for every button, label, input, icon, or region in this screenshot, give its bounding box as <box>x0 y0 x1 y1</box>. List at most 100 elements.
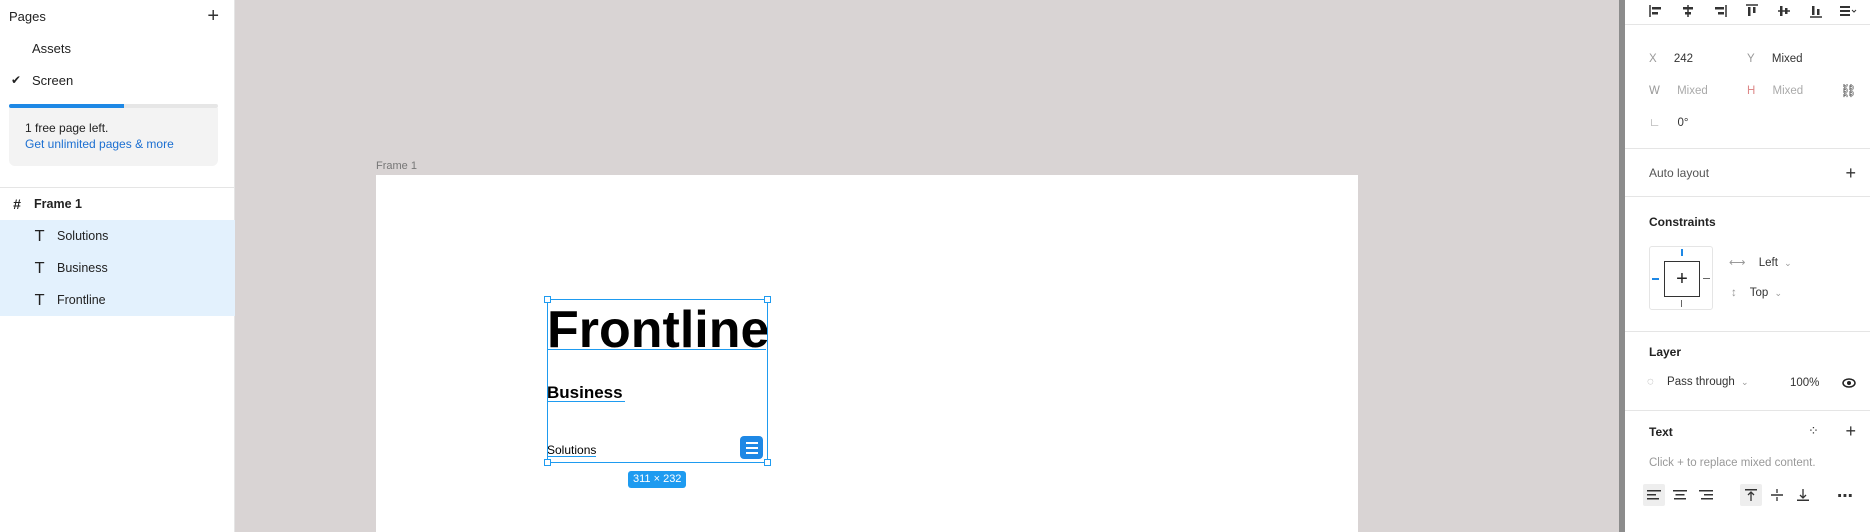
section-divider <box>1625 196 1870 197</box>
layer-item-solutions[interactable]: T Solutions <box>0 220 235 252</box>
section-divider <box>1625 410 1870 411</box>
add-text-style-plus-icon[interactable]: + <box>1845 422 1856 440</box>
layer-item-frame-1[interactable]: # Frame 1 <box>0 188 235 220</box>
layer-label: Solutions <box>57 229 109 243</box>
selection-size-badge: 311 × 232 <box>628 471 687 488</box>
layer-item-business[interactable]: T Business <box>0 252 235 284</box>
y-field[interactable]: Y Mixed <box>1747 53 1803 65</box>
resize-handle-top-right[interactable] <box>764 296 771 303</box>
horizontal-constraint-value: Left <box>1758 257 1778 269</box>
section-divider <box>1625 148 1870 149</box>
y-value: Mixed <box>1771 53 1803 65</box>
auto-layout-title: Auto layout <box>1649 166 1710 180</box>
section-divider <box>1625 24 1870 25</box>
menu-bar <box>745 441 758 444</box>
more-options-icon[interactable]: ⋯ <box>1837 486 1854 506</box>
w-label: W <box>1649 85 1660 97</box>
w-field[interactable]: W Mixed <box>1649 85 1708 97</box>
constrain-proportions-icon[interactable]: ⛓ <box>1840 83 1857 99</box>
text-layer-icon: T <box>35 227 45 245</box>
blend-mode-value: Pass through <box>1667 376 1735 388</box>
align-left-icon[interactable] <box>1647 2 1665 20</box>
rotation-field[interactable]: ∟ 0° <box>1649 117 1688 129</box>
menu-icon-button[interactable] <box>740 436 763 459</box>
angle-icon: ∟ <box>1649 117 1661 129</box>
check-icon: ✔ <box>10 73 22 87</box>
h-field[interactable]: H Mixed <box>1747 85 1803 97</box>
upsell-link[interactable]: Get unlimited pages & more <box>25 136 202 152</box>
constraint-top-tick[interactable] <box>1681 249 1683 256</box>
layer-label: Business <box>57 261 108 275</box>
align-right-icon[interactable] <box>1711 2 1729 20</box>
vertical-constraint-icon: ↕ <box>1731 287 1737 299</box>
pages-header: Pages + <box>9 6 219 26</box>
distribute-menu-icon[interactable] <box>1839 2 1857 20</box>
x-value: 242 <box>1673 53 1694 65</box>
constraints-title: Constraints <box>1649 215 1716 229</box>
constraint-right-tick[interactable] <box>1703 278 1710 279</box>
align-vertical-center-icon[interactable] <box>1775 2 1793 20</box>
align-toolbar <box>1647 2 1857 20</box>
text-layer-icon: T <box>35 291 45 309</box>
constraints-widget[interactable]: + <box>1649 246 1713 310</box>
eye-icon[interactable] <box>1842 376 1856 391</box>
frame-label[interactable]: Frame 1 <box>376 160 417 172</box>
upsell-text: 1 free page left. <box>25 121 109 135</box>
text-horizontal-align-group <box>1643 484 1717 506</box>
text-section-title: Text <box>1649 425 1673 439</box>
pages-title: Pages <box>9 8 46 24</box>
section-divider <box>1625 331 1870 332</box>
align-top-icon[interactable] <box>1743 2 1761 20</box>
text-styles-grid-icon[interactable]: ⁘ <box>1808 423 1819 439</box>
text-align-middle-icon[interactable] <box>1766 484 1788 506</box>
blend-mode-dropdown[interactable]: ◌ Pass through ⌄ <box>1647 376 1749 388</box>
align-bottom-icon[interactable] <box>1807 2 1825 20</box>
add-auto-layout-plus-icon[interactable]: + <box>1845 164 1856 182</box>
w-value: Mixed <box>1677 85 1708 97</box>
vertical-constraint-dropdown[interactable]: ↕ Top ⌄ <box>1731 287 1782 299</box>
constraint-left-tick[interactable] <box>1652 278 1659 280</box>
horizontal-constraint-icon: ⟷ <box>1729 257 1746 269</box>
constraint-bottom-tick[interactable] <box>1681 300 1682 307</box>
layer-item-frontline[interactable]: T Frontline <box>0 284 235 316</box>
add-page-plus-icon[interactable]: + <box>207 6 219 26</box>
page-item-assets[interactable]: Assets <box>0 32 235 64</box>
opacity-field[interactable]: 100% <box>1790 377 1819 389</box>
page-item-screen[interactable]: ✔ Screen <box>0 64 235 96</box>
horizontal-constraint-dropdown[interactable]: ⟷ Left ⌄ <box>1729 255 1792 269</box>
page-item-label: Assets <box>32 40 72 56</box>
text-align-bottom-icon[interactable] <box>1792 484 1814 506</box>
text-hint: Click + to replace mixed content. <box>1649 457 1816 469</box>
resize-handle-top-left[interactable] <box>544 296 551 303</box>
layer-section-title: Layer <box>1649 345 1682 359</box>
blend-drop-icon: ◌ <box>1647 376 1654 388</box>
vertical-constraint-value: Top <box>1749 287 1769 299</box>
menu-bar <box>745 446 758 449</box>
h-value: Mixed <box>1772 85 1804 97</box>
text-align-left-icon[interactable] <box>1643 484 1665 506</box>
x-field[interactable]: X 242 <box>1649 53 1693 65</box>
right-panel: X 242 Y Mixed W Mixed H Mixed ⛓ ∟ 0° Aut… <box>1625 0 1870 532</box>
rotation-value: 0° <box>1677 117 1689 129</box>
page-item-label: Screen <box>32 72 74 88</box>
text-vertical-align-group <box>1740 484 1814 506</box>
align-horizontal-center-icon[interactable] <box>1679 2 1697 20</box>
frame-hash-icon: # <box>13 196 21 212</box>
selection-box[interactable] <box>547 299 768 463</box>
text-layer-icon: T <box>35 259 45 277</box>
text-align-center-icon[interactable] <box>1669 484 1691 506</box>
h-label: H <box>1747 85 1756 97</box>
layer-label: Frame 1 <box>34 197 82 211</box>
resize-handle-bottom-right[interactable] <box>764 459 771 466</box>
text-align-top-icon[interactable] <box>1740 484 1762 506</box>
resize-handle-bottom-left[interactable] <box>544 459 551 466</box>
text-align-right-icon[interactable] <box>1695 484 1717 506</box>
left-panel: Pages + Assets ✔ Screen 1 free page left… <box>0 0 235 532</box>
chevron-down-icon: ⌄ <box>1741 377 1749 387</box>
constraint-center-icon: + <box>1664 261 1700 297</box>
y-label: Y <box>1747 53 1755 65</box>
upsell-box: 1 free page left. Get unlimited pages & … <box>9 108 218 166</box>
chevron-down-icon: ⌄ <box>1784 258 1792 268</box>
frame-1-canvas[interactable] <box>376 175 1358 532</box>
x-label: X <box>1649 53 1657 65</box>
